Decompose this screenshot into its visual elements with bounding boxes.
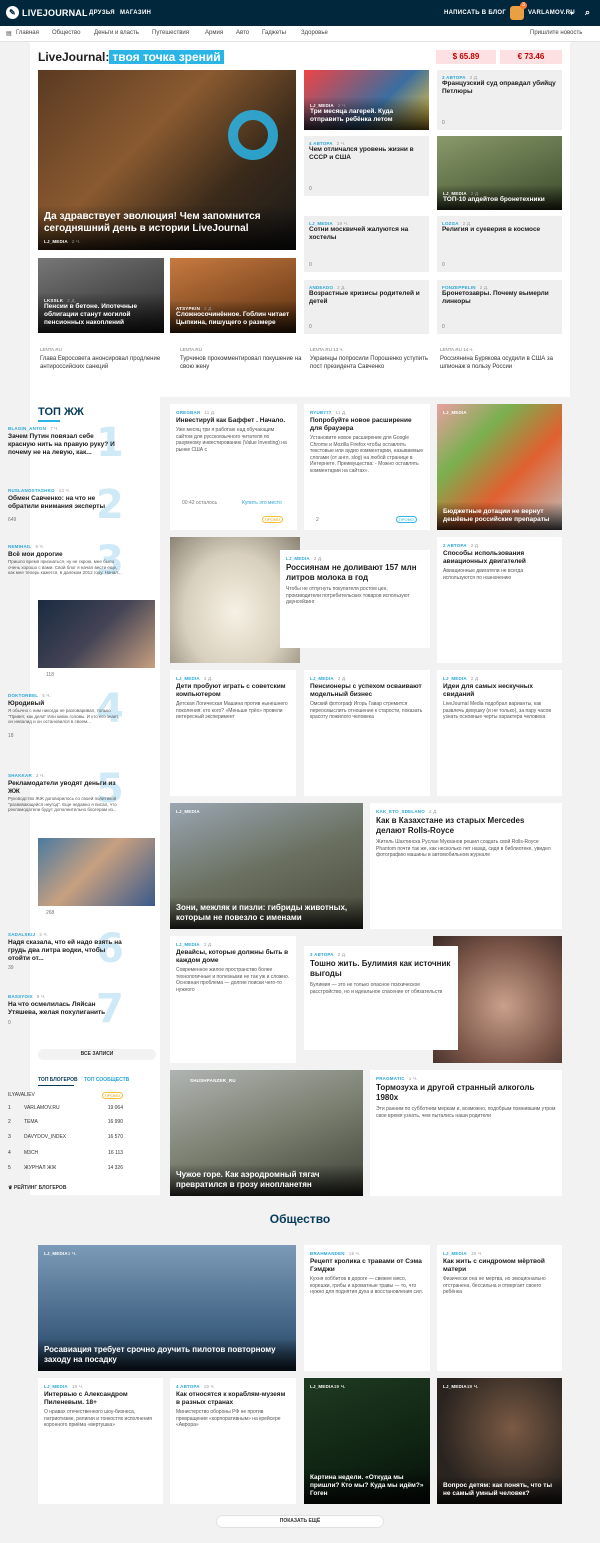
current-user-row: ILYAVALIEV ПРОМО [8, 1092, 123, 1099]
nav-society[interactable]: Общество [52, 30, 81, 36]
nav-friends[interactable]: ДРУЗЬЯ [89, 10, 115, 16]
nav-home[interactable]: Главная [16, 30, 39, 36]
article-image[interactable] [38, 838, 155, 906]
hero-main-card[interactable]: Да здравствует эволюция! Чем запомнится … [38, 70, 296, 250]
article-card[interactable]: FONZEPPELIN 2 д. Бронетозавры. Почему вым… [437, 280, 562, 334]
top-item[interactable]: NEMIHAIL 9 ч. Всё мои дорогие Пришло время … [8, 544, 123, 576]
eur-rate[interactable]: € 73.46 [500, 50, 562, 64]
top-item[interactable]: DOKTORBEL 5 ч. Юродивый Я обычно с ним нико… [8, 693, 123, 739]
top-item[interactable]: BLAGIN_ANTON 7 ч. Зачем Путин повязал себе… [8, 426, 123, 457]
tab-top-communities[interactable]: ТОП СООБЩЕСТВ [84, 1077, 129, 1083]
nav-shop[interactable]: МАГАЗИН [120, 10, 151, 16]
bloggers-rating-link[interactable]: ♛ РЕЙТИНГ БЛОГЕРОВ [8, 1185, 123, 1191]
hero-small-card[interactable]: ATSYPKIN 2 д. Сложносочинённое. Гоблин чи… [170, 258, 296, 333]
article-card[interactable]: LJ_MEDIA Бюджетные дотации не вернут деш… [437, 404, 562, 530]
article-card[interactable]: LJ_MEDIA 19 ч. Интервью с Александром Пил… [38, 1378, 163, 1504]
usd-rate[interactable]: $ 65.89 [436, 50, 496, 64]
nav-gadgets[interactable]: Гаджеты [262, 30, 286, 36]
article-image[interactable] [38, 600, 155, 668]
article-card[interactable]: KAK_ETO_SDELANO 2 д. Как в Казахстане из … [370, 803, 562, 929]
category-nav: ▤ Главная Общество Деньги и власть Путеш… [0, 26, 600, 42]
top-item[interactable]: SHAKKAR 3 ч. Рекламодатели уводят деньги и… [8, 773, 123, 813]
blogger-row[interactable]: 5 ЖУРНАЛ ЖЖ 14 326 [8, 1165, 123, 1171]
article-card[interactable]: 4 АВТОРА 2 ч. Чем отличался уровень жизни… [304, 136, 429, 196]
article-card[interactable]: ANDEADO 2 д. Возрастные кризисы родителей… [304, 280, 429, 334]
title-underline [38, 420, 60, 422]
promo-card[interactable]: GREGBAR 11 д. Инвестируй как Баффет . Нач… [170, 404, 297, 530]
top-lj-title: ТОП ЖЖ [38, 406, 84, 418]
top-item[interactable]: BASSYOIX 8 ч. На что осмелилась Ляйсан Утя… [8, 994, 123, 1026]
livejournal-logo[interactable]: ✎ LIVEJOURNAL [6, 6, 88, 19]
notification-badge: 3 [520, 2, 527, 9]
article-card[interactable]: 4 АВТОРА 19 ч. Как относятся к кораблям-м… [170, 1378, 296, 1504]
tab-top-bloggers[interactable]: ТОП БЛОГЕРОВ [38, 1077, 78, 1083]
article-card[interactable]: LJ_MEDIA 19 ч. Как жить с синдромом мёртв… [437, 1245, 562, 1371]
nav-army[interactable]: Армия [205, 30, 223, 36]
hero-small-card[interactable]: LKSSLK 2 д. Пенсии в бетоне. Ипотечные об… [38, 258, 164, 333]
nav-money[interactable]: Деньги и власть [94, 30, 139, 36]
page-title: LiveJournal: твоя точка зрений [38, 50, 224, 64]
article-card[interactable]: LJ_MEDIA19 ч. Вопрос детям: как понять, … [437, 1378, 562, 1504]
article-card[interactable]: LJ_MEDIA 2 д. ТОП-10 апдейтов бронетехник… [437, 136, 562, 210]
news-item[interactable]: LENTA.RU 14 ч. Россиянина Бурякова осудил… [440, 346, 565, 371]
nav-auto[interactable]: Авто [236, 30, 249, 36]
article-card[interactable]: 3 АВТОРА 2 д. Тошно жить. Булимия как ист… [304, 946, 458, 1050]
article-card[interactable]: LJ_MEDIA 2 ч. Три месяца лагерей. Куда от… [304, 70, 429, 130]
article-card[interactable]: LJ_MEDIA 2 д. Россиянам не доливают 157 м… [280, 550, 430, 648]
write-post-button[interactable]: НАПИСАТЬ В БЛОГ [444, 10, 506, 16]
news-item[interactable]: LENTA.RU Турчинов прокомментировал покуш… [180, 346, 305, 371]
article-card[interactable]: LJ_MEDIA Зони, межляк и пизли: гибриды ж… [170, 803, 363, 929]
pencil-icon: ✎ [6, 6, 19, 19]
blogger-row[interactable]: 3 DAVYDOV_INDEX 16 570 [8, 1134, 123, 1140]
article-card[interactable]: LJ_MEDIA 2 д. Девайсы, которые должны быт… [170, 936, 296, 1063]
chevron-down-icon[interactable]: ▾ [570, 10, 573, 17]
search-icon[interactable]: ⌕ [585, 7, 590, 18]
article-card[interactable]: LJ_MEDIA19 ч. Картина недели. «Откуда мы… [304, 1378, 430, 1504]
show-more-button[interactable]: ПОКАЗАТЬ ЕЩЁ [216, 1515, 384, 1528]
home-icon[interactable]: ▤ [6, 30, 12, 37]
nav-health[interactable]: Здоровье [301, 30, 328, 36]
news-item[interactable]: LENTA.RU Глава Евросовета анонсировал пр… [40, 346, 165, 371]
article-card[interactable]: 2 АВТОРА 2 д. Способы использования авиац… [437, 537, 562, 663]
top-item[interactable]: SADALSKIJ 2 ч. Надя сказала, что ей надо в… [8, 932, 123, 971]
blogger-row[interactable]: 1 VARLAMOV.RU 19 064 [8, 1105, 123, 1111]
comments-count: 0 [442, 120, 445, 126]
article-card[interactable]: LJ_MEDIA 19 ч. Сотни москвичей жалуются н… [304, 216, 429, 272]
nav-travel[interactable]: Путешествия [152, 30, 189, 36]
article-card[interactable]: LOZGA 2 д. Религия и суеверия в космосе 0 [437, 216, 562, 272]
article-card[interactable]: SHUSHPANZER_RU Чужое горе. Как аэродромн… [170, 1070, 363, 1196]
blogger-row[interactable]: 2 TEMA 16 990 [8, 1119, 123, 1125]
article-card[interactable]: PRAGMATIC 1 ч. Тормозуха и другой странны… [370, 1070, 562, 1196]
blogger-row[interactable]: 4 M3CH 16 113 [8, 1150, 123, 1156]
article-card[interactable]: LJ_MEDIA 2 д. Пенсионеры с успехом осваив… [304, 670, 430, 796]
news-item[interactable]: LENTA.RU 13 ч. Украинцы попросили Порошен… [310, 346, 435, 371]
comments-count: 0 [309, 186, 312, 192]
promo-card[interactable]: RYUB777 11 д. Попробуйте новое расширение… [304, 404, 430, 530]
all-posts-button[interactable]: ВСЕ ЗАПИСИ [38, 1049, 156, 1060]
hero-main-title[interactable]: Да здравствует эволюция! Чем запомнится … [44, 211, 290, 235]
suggest-news-link[interactable]: Пришлите новость [530, 30, 582, 36]
tab-underline [38, 1085, 74, 1086]
article-card[interactable]: LJ_MEDIA 2 д. Дети пробуют играть с совет… [170, 670, 296, 796]
lj-logo-shape [228, 110, 278, 160]
buy-place-link[interactable]: Купить это место [242, 500, 282, 506]
article-card[interactable]: 3 АВТОРА 2 д. Французский суд оправдал уб… [437, 70, 562, 130]
article-card[interactable]: BRAHMANDEN 19 ч. Рецепт кролика с травами… [304, 1245, 430, 1371]
username[interactable]: VARLAMOV.RU [528, 10, 575, 16]
top-item[interactable]: RUSLANOSTASHKO 13 ч. Обмен Савченко: на чт… [8, 488, 123, 523]
top-bar: ✎ LIVEJOURNAL ДРУЗЬЯ МАГАЗИН НАПИСАТЬ В Б… [0, 0, 600, 26]
article-card[interactable]: LJ_MEDIA 2 д. Идеи для самых нескучных св… [437, 670, 562, 796]
section-title-society: Общество [269, 1212, 331, 1226]
article-card[interactable]: LJ_MEDIA1 ч. Росавиация требует срочно д… [38, 1245, 296, 1371]
